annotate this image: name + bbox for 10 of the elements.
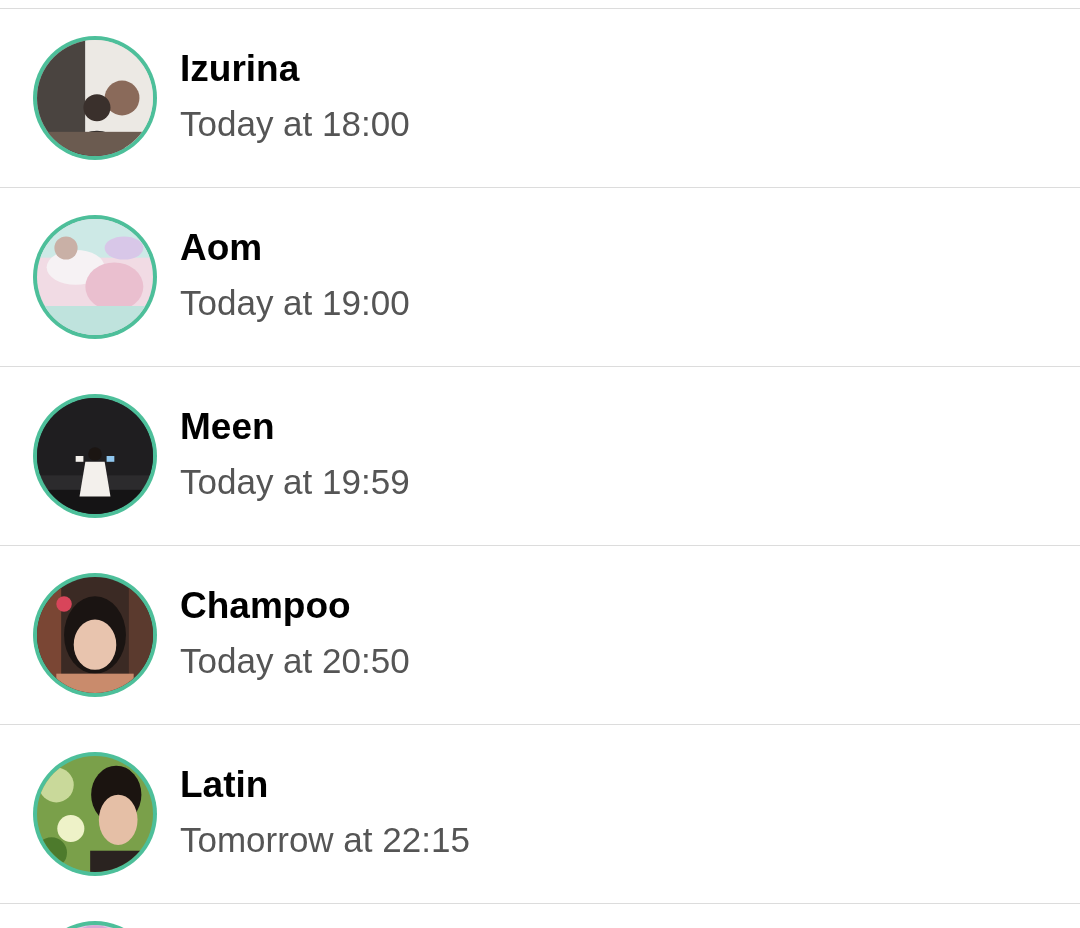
contact-name: Champoo (180, 584, 352, 628)
schedule-time: Today at 20:50 (180, 640, 410, 682)
contact-name: Izurina (180, 47, 301, 91)
contact-name: Meen (180, 405, 276, 449)
contact-name: Latin (180, 763, 270, 807)
contact-name: Aom (180, 226, 264, 270)
schedule-time: Tomorrow at 22:15 (180, 819, 470, 861)
schedule-time: Today at 18:00 (180, 103, 410, 145)
schedule-time: Today at 19:59 (180, 461, 410, 503)
schedule-time: Today at 19:00 (180, 282, 410, 324)
